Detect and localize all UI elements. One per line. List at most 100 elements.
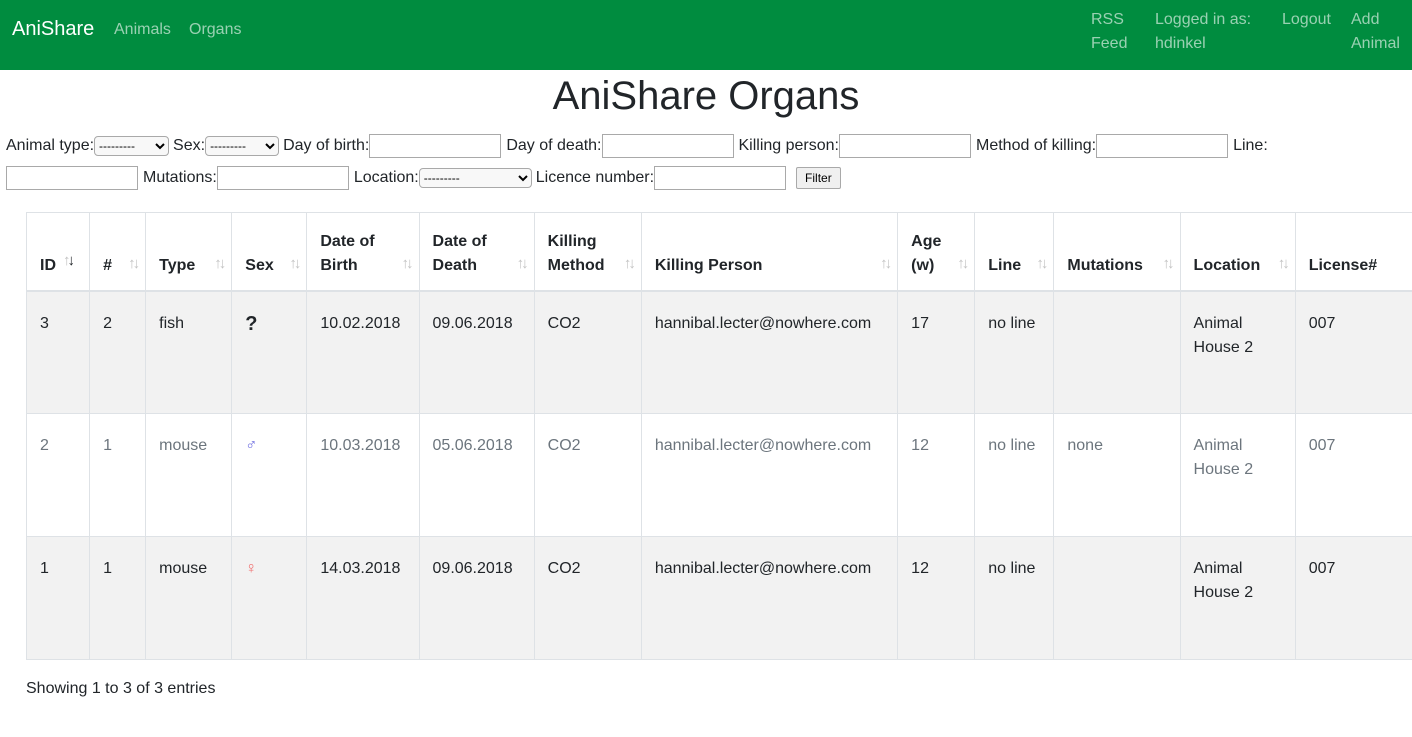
nav-organs-link[interactable]: Organs — [189, 21, 241, 39]
organs-table: ID ↑↓ # ↑↓ Type ↑↓ Sex ↑↓ Date of Birth ↑↓ Dat… — [26, 212, 1412, 660]
logged-in-label: Logged in as: — [1155, 11, 1252, 28]
sex-select[interactable]: --------- — [205, 136, 280, 156]
cell-killing-method: CO2 — [533, 536, 642, 660]
female-icon: ♀ — [245, 560, 258, 577]
cell-date-of-birth: 14.03.2018 — [306, 536, 420, 660]
licence-number-label: Licence number: — [535, 169, 655, 186]
brand-link[interactable]: AniShare — [12, 18, 94, 41]
header-label: License# — [1308, 256, 1378, 274]
sort-icon: ↑↓ — [128, 254, 140, 272]
header-killing-method[interactable]: Killing Method ↑↓ — [533, 212, 642, 292]
cell-sex: ♀ — [231, 536, 308, 660]
header-label: Date of — [320, 232, 375, 250]
sort-icon: ↑↓ — [516, 254, 529, 272]
cell-line: no line — [974, 536, 1055, 660]
header-mutations[interactable]: Mutations ↑↓ — [1053, 212, 1181, 292]
filter-row-2: Mutations: Location: --------- Licence n… — [6, 162, 1406, 194]
header-number[interactable]: # ↑↓ — [89, 212, 147, 292]
header-location[interactable]: Location ↑↓ — [1179, 212, 1296, 292]
line-input[interactable] — [6, 166, 138, 190]
location-select[interactable]: --------- — [418, 168, 532, 188]
header-killing-person[interactable]: Killing Person ↑↓ — [640, 212, 899, 292]
cell-number: 1 — [89, 413, 147, 537]
table-row: 1 1 mouse ♀ 14.03.2018 09.06.2018 CO2 ha… — [26, 536, 1412, 660]
filter-button[interactable]: Filter — [796, 167, 841, 189]
cell-date-of-death: 09.06.2018 — [418, 536, 535, 660]
add-animal-link[interactable]: Add Animal — [1351, 8, 1400, 56]
header-label: (w) — [911, 256, 935, 274]
location-line1: Animal — [1193, 437, 1243, 454]
killing-person-label: Killing person: — [738, 137, 840, 154]
cell-mutations: none — [1053, 413, 1181, 537]
header-label: Type — [159, 256, 196, 274]
sort-icon: ↑↓ — [1036, 254, 1048, 272]
method-of-killing-label: Method of killing: — [976, 137, 1097, 154]
header-label: ID — [40, 256, 56, 274]
organs-table-wrapper: ID ↑↓ # ↑↓ Type ↑↓ Sex ↑↓ Date of Birth ↑↓ Dat… — [26, 212, 1412, 660]
table-header-row: ID ↑↓ # ↑↓ Type ↑↓ Sex ↑↓ Date of Birth ↑↓ Dat… — [26, 212, 1412, 292]
header-age[interactable]: Age (w) ↑↓ — [897, 212, 976, 292]
header-line[interactable]: Line ↑↓ — [974, 212, 1055, 292]
cell-killing-method: CO2 — [533, 290, 642, 414]
header-label: Death — [432, 256, 477, 274]
cell-id: 3 — [26, 290, 91, 414]
sort-icon: ↑↓ — [401, 254, 414, 272]
unknown-sex-icon: ? — [245, 312, 258, 335]
cell-date-of-birth: 10.03.2018 — [306, 413, 420, 537]
cell-location: Animal House 2 — [1179, 413, 1296, 537]
day-of-birth-input[interactable] — [369, 134, 502, 158]
animal-type-label: Animal type: — [6, 137, 95, 154]
header-type[interactable]: Type ↑↓ — [145, 212, 233, 292]
cell-date-of-death: 05.06.2018 — [418, 413, 535, 537]
logout-link[interactable]: Logout — [1282, 8, 1331, 32]
sort-icon: ↑↓ — [214, 254, 226, 272]
sort-icon: ↑↓ — [1162, 254, 1175, 272]
cell-id: 1 — [26, 536, 91, 660]
cell-line: no line — [974, 413, 1055, 537]
nav-animals-link[interactable]: Animals — [114, 21, 171, 39]
cell-killing-method: CO2 — [533, 413, 642, 537]
header-label: Sex — [245, 256, 274, 274]
header-label: Killing — [547, 232, 597, 250]
header-date-of-birth[interactable]: Date of Birth ↑↓ — [306, 212, 420, 292]
sort-icon: ↑↓ — [289, 254, 301, 272]
method-of-killing-input[interactable] — [1096, 134, 1229, 158]
cell-killing-person: hannibal.lecter@nowhere.com — [640, 536, 899, 660]
sort-icon: ↑↓ — [957, 254, 969, 272]
header-date-of-death[interactable]: Date of Death ↑↓ — [418, 212, 535, 292]
cell-date-of-birth: 10.02.2018 — [306, 290, 420, 414]
filter-row-1: Animal type: --------- Sex: --------- Da… — [6, 130, 1406, 162]
sort-icon: ↑↓ — [623, 254, 636, 272]
sort-icon: ↑↓ — [880, 254, 892, 272]
day-of-death-input[interactable] — [601, 134, 734, 158]
rss-feed-link[interactable]: RSS Feed — [1091, 8, 1127, 56]
logout-label: Logout — [1282, 11, 1331, 28]
header-label: # — [103, 256, 112, 274]
cell-mutations — [1053, 290, 1181, 414]
cell-sex: ♂ — [231, 413, 308, 537]
header-label: Killing Person — [654, 256, 763, 274]
header-id[interactable]: ID ↑↓ — [26, 212, 91, 292]
killing-person-input[interactable] — [839, 134, 971, 158]
sex-label: Sex: — [173, 137, 206, 154]
day-of-birth-label: Day of birth: — [283, 137, 370, 154]
location-line1: Animal — [1193, 560, 1243, 577]
cell-id: 2 — [26, 413, 91, 537]
header-label: Method — [547, 256, 605, 274]
location-line2: House 2 — [1193, 584, 1254, 601]
mutations-input[interactable] — [216, 166, 349, 190]
licence-number-input[interactable] — [654, 166, 787, 190]
cell-location: Animal House 2 — [1179, 536, 1296, 660]
animal-type-select[interactable]: --------- — [94, 136, 170, 156]
cell-line: no line — [974, 290, 1055, 414]
table-row: 3 2 fish ? 10.02.2018 09.06.2018 CO2 han… — [26, 290, 1412, 414]
navbar: AniShare Animals Organs RSS Feed Logged … — [0, 0, 1412, 70]
filter-form: Animal type: --------- Sex: --------- Da… — [6, 130, 1406, 194]
location-line2: House 2 — [1193, 461, 1254, 478]
header-license[interactable]: License#↑↓ — [1294, 212, 1412, 292]
cell-age: 12 — [897, 413, 976, 537]
rss-feed-line1: RSS — [1091, 11, 1124, 28]
header-sex[interactable]: Sex ↑↓ — [231, 212, 308, 292]
location-line1: Animal — [1193, 314, 1243, 332]
cell-license: 007 — [1294, 536, 1412, 660]
